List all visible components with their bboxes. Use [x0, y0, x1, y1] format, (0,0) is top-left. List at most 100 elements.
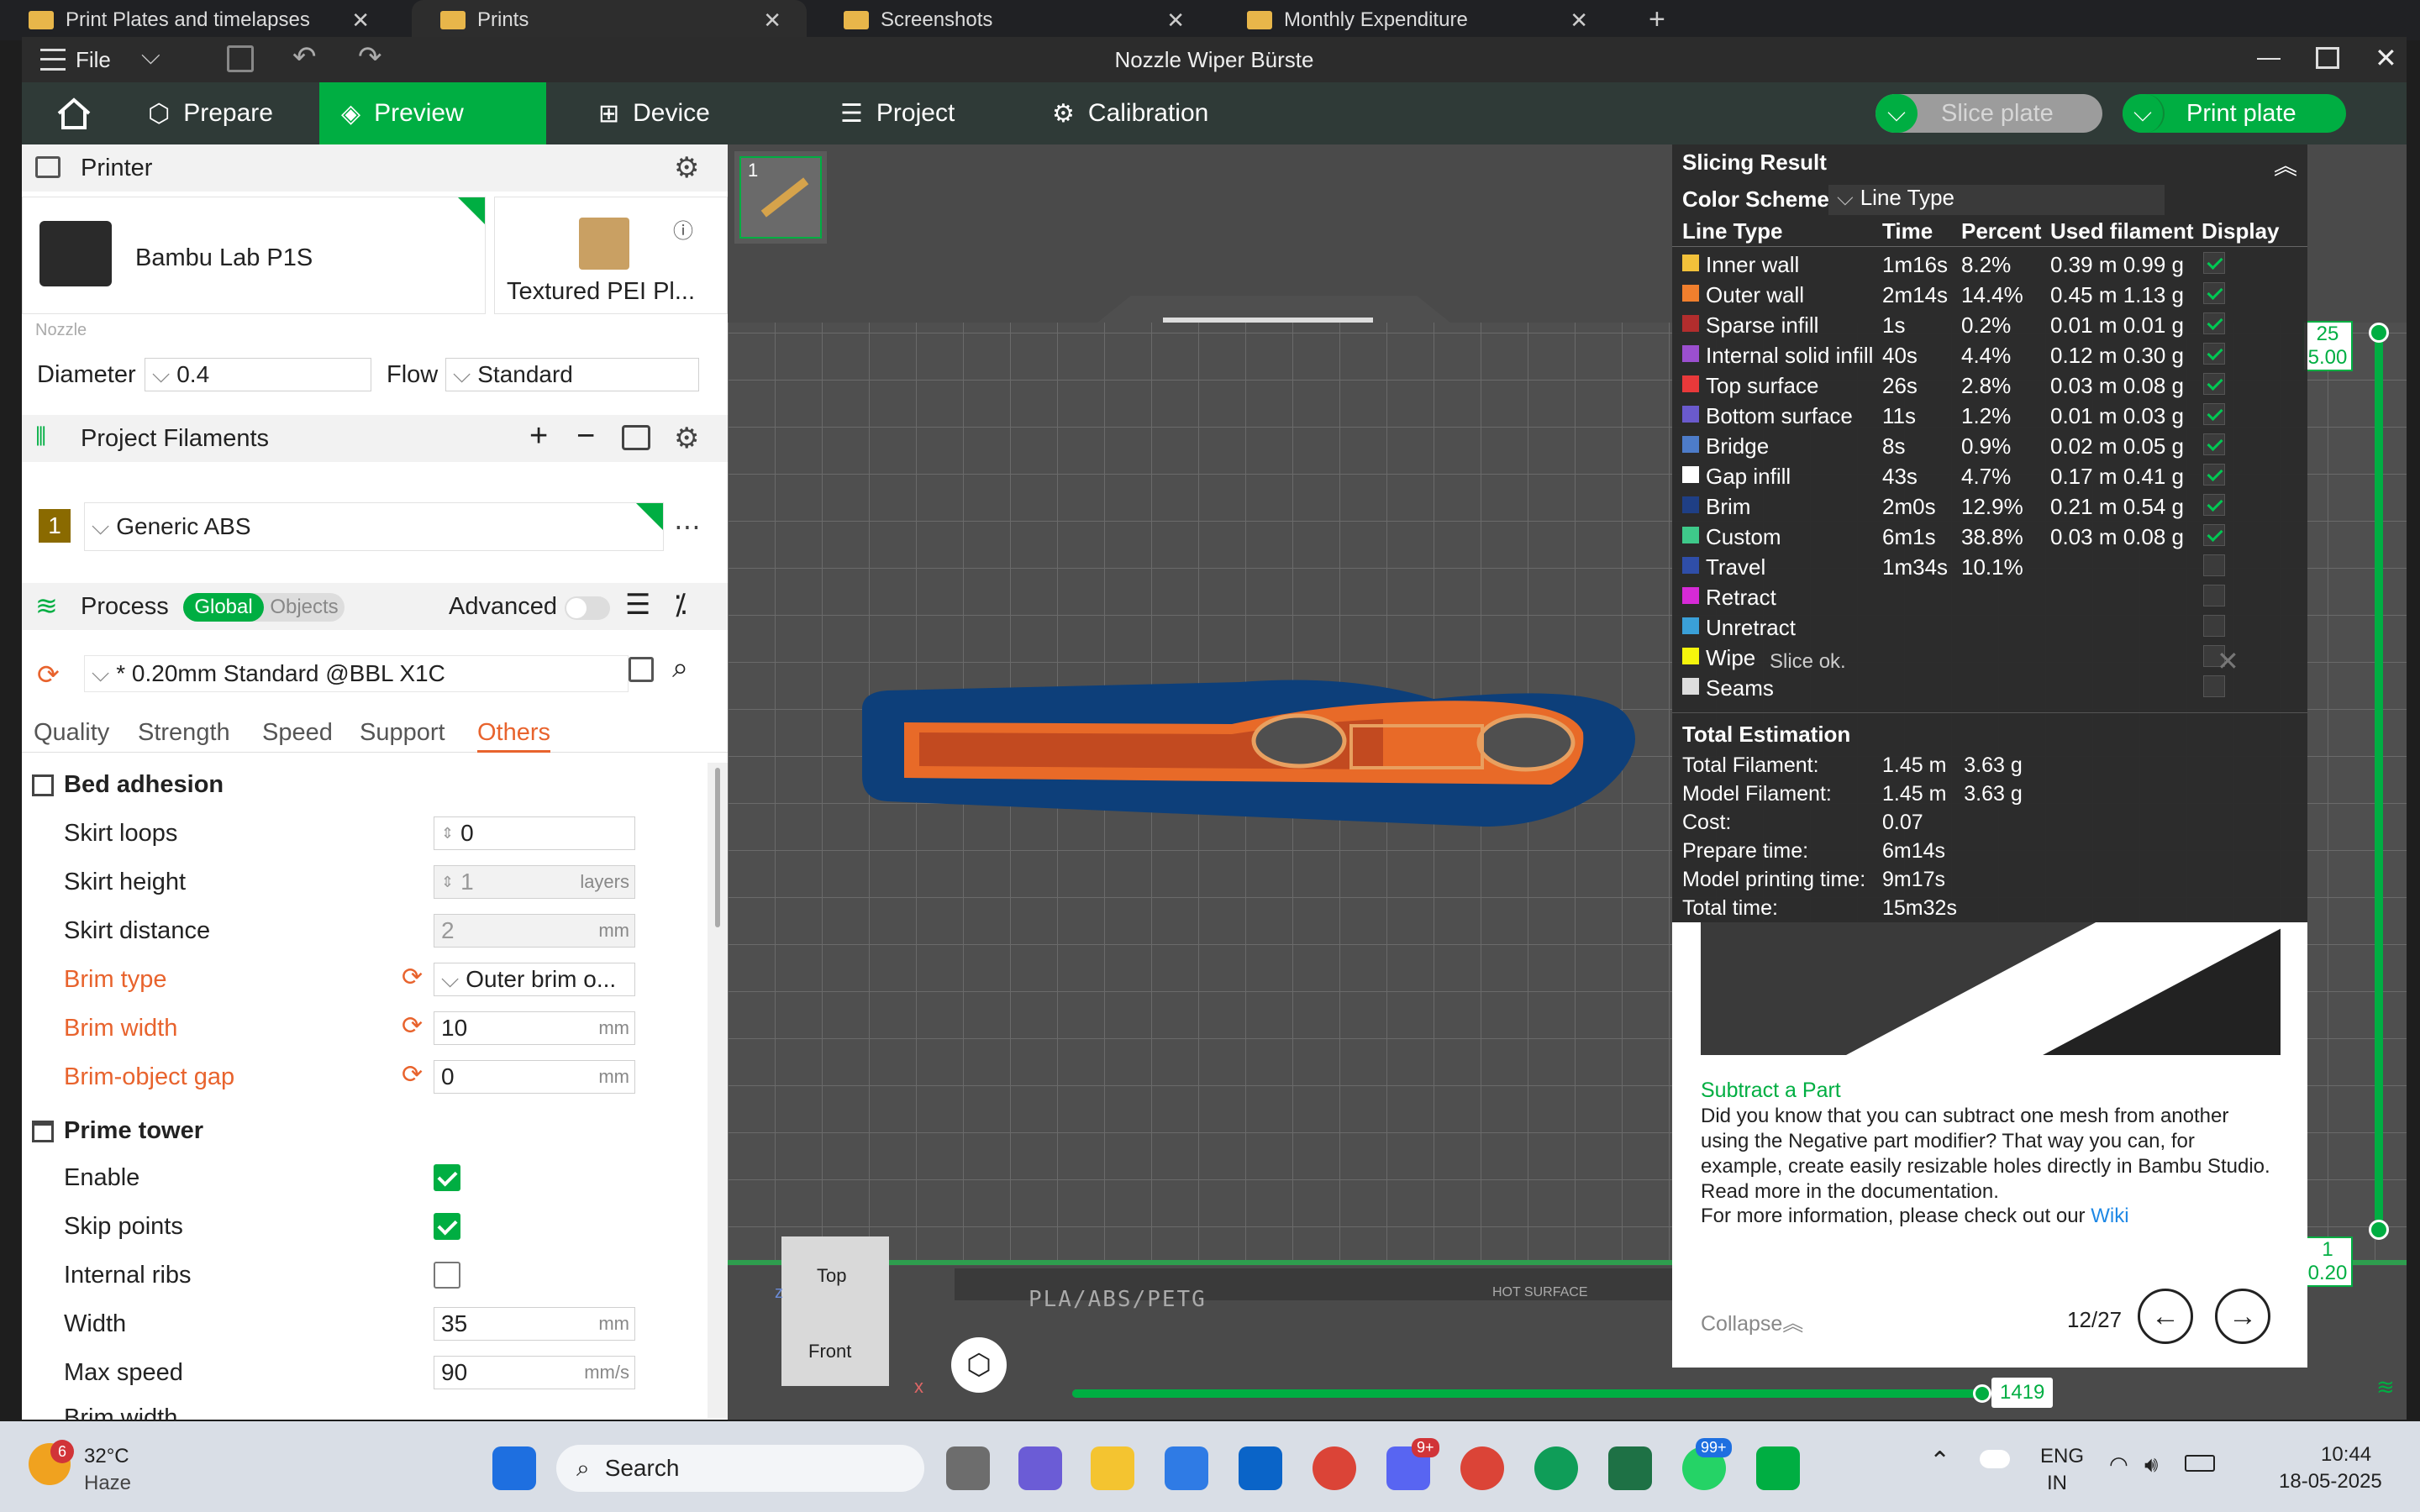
language-indicator[interactable]: ENG — [2040, 1445, 2084, 1468]
display-checkbox[interactable] — [2203, 585, 2225, 606]
slice-plate-button[interactable]: ⌵ Slice plate — [1876, 94, 2102, 133]
display-checkbox[interactable] — [2203, 554, 2225, 576]
copilot-icon[interactable] — [1018, 1446, 1062, 1490]
tower-width-input[interactable]: 35 mm — [434, 1307, 635, 1341]
wiki-link[interactable]: Wiki — [2091, 1205, 2128, 1227]
chrome-profile-f-icon[interactable] — [1534, 1446, 1578, 1490]
add-filament-icon[interactable]: + — [529, 418, 548, 454]
layer-bottom-handle[interactable] — [2369, 1220, 2389, 1240]
sync-filament-icon[interactable] — [622, 425, 650, 450]
tab-others[interactable]: Others — [477, 719, 551, 753]
tab-prints[interactable]: Prints ✕ — [412, 0, 807, 40]
view-top[interactable]: Top — [817, 1265, 846, 1287]
tab-print-plates[interactable]: Print Plates and timelapses ✕ — [0, 0, 395, 40]
toggle-objects[interactable]: Objects — [264, 593, 345, 622]
display-checkbox[interactable] — [2203, 252, 2225, 274]
skirt-loops-input[interactable]: ⇕ 0 — [434, 816, 635, 850]
diameter-select[interactable]: ⌵ 0.4 — [145, 358, 371, 391]
process-preset-select[interactable]: ⌵ * 0.20mm Standard @BBL X1C — [84, 655, 629, 692]
close-notification-icon[interactable]: ✕ — [2217, 645, 2239, 677]
skip-points-checkbox[interactable] — [434, 1213, 460, 1240]
tab-calibration[interactable]: ⚙ Calibration — [1030, 82, 1230, 144]
collapse-panel-icon[interactable]: ︽ — [2274, 148, 2297, 181]
volume-icon[interactable]: 🔊︎ — [2144, 1452, 2158, 1478]
close-icon[interactable]: ✕ — [1570, 8, 1588, 34]
search-box[interactable]: ⌕ Search — [556, 1445, 924, 1492]
plate-selector[interactable]: ⓘ Textured PEI Pl... — [494, 197, 728, 314]
tab-monthly-expenditure[interactable]: Monthly Expenditure ✕ — [1218, 0, 1613, 40]
display-checkbox[interactable] — [2203, 494, 2225, 516]
excel-icon[interactable] — [1608, 1446, 1652, 1490]
global-objects-toggle[interactable]: Global Objects — [183, 593, 345, 622]
display-checkbox[interactable] — [2203, 312, 2225, 334]
scrollbar-thumb[interactable] — [715, 768, 720, 927]
info-icon[interactable]: ⓘ — [673, 214, 693, 244]
more-options-icon[interactable]: ⋯ — [674, 511, 701, 543]
filament-select[interactable]: ⌵ Generic ABS — [84, 502, 664, 551]
remove-filament-icon[interactable]: − — [576, 418, 595, 454]
display-checkbox[interactable] — [2203, 282, 2225, 304]
maximize-icon[interactable] — [2316, 47, 2339, 69]
move-slider-handle[interactable] — [1972, 1384, 1991, 1403]
reset-icon[interactable]: ⟳ — [402, 1011, 423, 1041]
brim-gap-input[interactable]: 0 mm — [434, 1060, 635, 1094]
language-region[interactable]: IN — [2047, 1472, 2067, 1495]
printer-selector[interactable]: Bambu Lab P1S — [22, 197, 486, 314]
next-tip-icon[interactable]: → — [2215, 1289, 2270, 1344]
file-explorer-icon[interactable] — [1091, 1446, 1134, 1490]
wifi-icon[interactable]: ◠ — [2109, 1452, 2128, 1478]
list-icon[interactable]: ☰ — [625, 588, 650, 622]
reset-view-icon[interactable]: ⬡ — [951, 1337, 1007, 1393]
skirt-height-input[interactable]: ⇕ 1 layers — [434, 865, 635, 899]
clock-time[interactable]: 10:44 — [2321, 1443, 2371, 1467]
reset-icon[interactable]: ⟳ — [402, 963, 423, 992]
chevron-down-icon[interactable]: ⌵ — [2123, 94, 2165, 133]
chrome-profile-b-icon[interactable] — [1460, 1446, 1504, 1490]
move-slider[interactable] — [1072, 1384, 1991, 1403]
toggle-global[interactable]: Global — [183, 593, 264, 622]
save-preset-icon[interactable] — [629, 657, 654, 682]
tab-quality[interactable]: Quality — [34, 719, 109, 747]
reset-icon[interactable]: ⟳ — [37, 659, 60, 690]
home-button[interactable] — [34, 82, 114, 144]
tab-prepare[interactable]: ⬡ Prepare — [126, 82, 319, 144]
close-icon[interactable]: ✕ — [1166, 8, 1185, 34]
internal-ribs-checkbox[interactable] — [434, 1262, 460, 1289]
search-icon[interactable]: ⌕ — [672, 652, 688, 685]
close-icon[interactable]: ✕ — [763, 8, 781, 34]
color-scheme-select[interactable]: ⌵ Line Type — [1828, 185, 2165, 215]
store-icon[interactable] — [1165, 1446, 1208, 1490]
bambu-studio-icon[interactable] — [1756, 1446, 1800, 1490]
settings-gear-icon[interactable]: ⚙ — [674, 151, 699, 185]
tab-device[interactable]: ⊞ Device — [576, 82, 732, 144]
tab-support[interactable]: Support — [360, 719, 445, 747]
max-speed-input[interactable]: 90 mm/s — [434, 1356, 635, 1389]
brim-type-select[interactable]: ⌵ Outer brim o... — [434, 963, 635, 996]
filament-index[interactable]: 1 — [39, 509, 71, 543]
reset-icon[interactable]: ⟳ — [402, 1060, 423, 1089]
chevron-up-icon[interactable]: ⌃ — [1929, 1446, 1950, 1476]
windows-start-icon[interactable] — [492, 1446, 536, 1490]
chrome-icon[interactable] — [1313, 1446, 1356, 1490]
flow-select[interactable]: ⌵ Standard — [445, 358, 699, 391]
cloud-icon[interactable] — [1980, 1450, 2010, 1468]
battery-icon[interactable] — [2185, 1455, 2215, 1472]
task-view-icon[interactable] — [946, 1446, 990, 1490]
advanced-toggle[interactable] — [565, 596, 610, 620]
minimize-icon[interactable]: — — [2257, 44, 2281, 71]
view-front[interactable]: Front — [808, 1341, 851, 1362]
display-checkbox[interactable] — [2203, 433, 2225, 455]
previous-tip-icon[interactable]: ← — [2138, 1289, 2193, 1344]
layer-top-handle[interactable] — [2369, 323, 2389, 343]
clock-date[interactable]: 18-05-2025 — [2279, 1470, 2382, 1494]
tab-speed[interactable]: Speed — [262, 719, 333, 747]
new-tab-icon[interactable]: + — [1649, 3, 1665, 36]
tip-title[interactable]: Subtract a Part — [1701, 1079, 1841, 1103]
settings-gear-icon[interactable]: ⚙ — [674, 422, 699, 455]
close-icon[interactable]: ✕ — [351, 8, 370, 34]
outlook-icon[interactable] — [1239, 1446, 1282, 1490]
print-plate-button[interactable]: ⌵ Print plate — [2123, 94, 2346, 133]
display-checkbox[interactable] — [2203, 675, 2225, 697]
display-checkbox[interactable] — [2203, 464, 2225, 486]
display-checkbox[interactable] — [2203, 343, 2225, 365]
